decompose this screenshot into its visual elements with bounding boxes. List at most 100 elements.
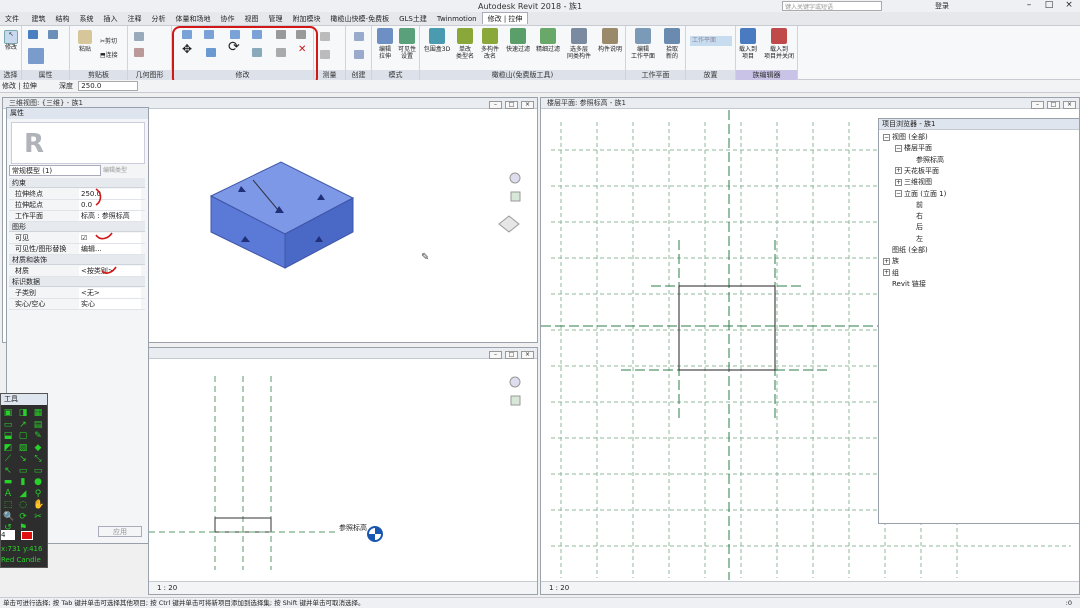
view-scale[interactable]: 1 : 20 bbox=[157, 584, 177, 592]
tab-item[interactable]: 管理 bbox=[264, 13, 288, 24]
family-types-icon[interactable] bbox=[28, 48, 44, 64]
view-elevation[interactable]: – □ × 参照标高 1 : 20 bbox=[148, 347, 538, 595]
palette-tool-icon[interactable]: ⬓ bbox=[3, 431, 13, 441]
palette-tool-icon[interactable]: Ａ bbox=[3, 489, 13, 499]
browser-node[interactable]: 前 bbox=[907, 201, 923, 210]
tab-item[interactable]: 分析 bbox=[147, 13, 171, 24]
view-scale[interactable]: 1 : 20 bbox=[549, 584, 569, 592]
bbox-3d-button[interactable]: 包围盒3D bbox=[422, 28, 452, 53]
properties-icon[interactable] bbox=[28, 30, 38, 39]
tab-item[interactable]: 附加模块 bbox=[288, 13, 326, 24]
close-icon[interactable]: × bbox=[1060, 0, 1078, 12]
component-info-button[interactable]: 构件说明 bbox=[596, 28, 624, 53]
pick-new-button[interactable]: 拾取 新的 bbox=[660, 28, 684, 60]
browser-node[interactable]: 后 bbox=[907, 223, 923, 232]
palette-tool-icon[interactable]: ▭ bbox=[18, 466, 28, 476]
measure-icon[interactable] bbox=[320, 32, 330, 41]
modify-button[interactable]: ↖ 修改 bbox=[2, 30, 20, 51]
maximize-icon[interactable]: □ bbox=[1040, 0, 1058, 12]
palette-tool-icon[interactable]: ◩ bbox=[3, 443, 13, 453]
login-button[interactable]: 登录 bbox=[935, 1, 949, 11]
apply-button[interactable]: 应用 bbox=[98, 526, 142, 537]
rename-type-button[interactable]: 单改 类型名 bbox=[454, 28, 476, 60]
multi-rename-button[interactable]: 多构件 改名 bbox=[478, 28, 502, 60]
palette-tool-icon[interactable]: ⬚ bbox=[3, 500, 13, 510]
palette-tool-icon[interactable]: ⚲ bbox=[33, 489, 43, 499]
nav-wheel-icon[interactable] bbox=[509, 172, 521, 184]
search-input[interactable]: 键入关键字或短语 bbox=[782, 1, 882, 11]
paste-button[interactable]: 粘贴 bbox=[74, 30, 96, 53]
zoom-icon[interactable] bbox=[510, 395, 521, 406]
palette-tool-icon[interactable]: ▬ bbox=[3, 477, 13, 487]
palette-tool-icon[interactable]: ◆ bbox=[33, 443, 43, 453]
load-into-project-button[interactable]: 载入到 项目 bbox=[736, 28, 760, 60]
expand-icon[interactable]: − bbox=[883, 133, 890, 141]
minimize-icon[interactable]: – bbox=[1020, 0, 1038, 12]
browser-node[interactable]: 参照标高 bbox=[907, 156, 944, 165]
browser-node[interactable]: 右 bbox=[907, 212, 923, 221]
browser-node[interactable]: − 立面 (立面 1) bbox=[895, 190, 946, 199]
expand-icon[interactable]: + bbox=[895, 167, 902, 175]
palette-tool-icon[interactable]: 🔍 bbox=[3, 512, 14, 522]
palette-tool-icon[interactable]: ▦ bbox=[33, 408, 43, 418]
depth-input[interactable]: 250.0 bbox=[78, 81, 139, 91]
tab-item[interactable]: Twinmotion bbox=[432, 14, 482, 23]
palette-tool-icon[interactable]: ⤡ bbox=[33, 454, 43, 464]
browser-node[interactable]: − 视图 (全部) bbox=[883, 133, 928, 142]
palette-tool-icon[interactable]: ▧ bbox=[18, 443, 28, 453]
expand-icon[interactable]: + bbox=[883, 269, 890, 277]
palette-tool-icon[interactable]: ◢ bbox=[18, 489, 28, 499]
palette-tool-icon[interactable]: ↘ bbox=[18, 454, 28, 464]
palette-tool-icon[interactable]: ▭ bbox=[33, 466, 43, 476]
palette-tool-icon[interactable]: ✋ bbox=[33, 500, 44, 510]
cut-button[interactable]: ✂剪切 bbox=[100, 38, 128, 45]
cope-icon[interactable] bbox=[134, 32, 144, 41]
edit-type-button[interactable]: 编辑类型 bbox=[103, 165, 147, 176]
visibility-settings-button[interactable]: 可见性 设置 bbox=[396, 28, 418, 60]
palette-tool-icon[interactable]: ↖ bbox=[3, 466, 13, 476]
palette-tool-icon[interactable]: ◌ bbox=[18, 500, 28, 510]
palette-tool-icon[interactable]: ✂ bbox=[33, 512, 43, 522]
join-button[interactable]: ⬒连接 bbox=[100, 52, 128, 59]
nav-wheel-icon[interactable] bbox=[509, 376, 521, 388]
create-similar-icon[interactable] bbox=[354, 32, 364, 41]
browser-node[interactable]: − 楼层平面 bbox=[895, 144, 932, 153]
browser-node[interactable]: 图纸 (全部) bbox=[883, 246, 928, 255]
palette-tool-icon[interactable]: ▤ bbox=[33, 420, 43, 430]
browser-node[interactable]: Revit 链接 bbox=[883, 280, 926, 289]
quick-filter-button[interactable]: 快速过滤 bbox=[504, 28, 532, 53]
property-value[interactable]: <无> bbox=[79, 288, 141, 298]
create-group-icon[interactable] bbox=[354, 50, 364, 59]
workplane-dropdown[interactable]: 工作平面 bbox=[690, 36, 732, 46]
tab-item[interactable]: 注释 bbox=[123, 13, 147, 24]
minimize-icon[interactable]: – bbox=[1031, 101, 1044, 109]
expand-icon[interactable]: − bbox=[895, 144, 902, 152]
palette-tool-icon[interactable]: ● bbox=[33, 477, 43, 487]
close-icon[interactable]: × bbox=[521, 101, 534, 109]
palette-tool-icon[interactable]: ✎ bbox=[33, 431, 43, 441]
browser-node[interactable]: + 族 bbox=[883, 257, 899, 266]
tab-item[interactable]: 协作 bbox=[216, 13, 240, 24]
type-properties-icon[interactable] bbox=[48, 30, 58, 39]
palette-tool-icon[interactable]: ▢ bbox=[18, 431, 28, 441]
minimize-icon[interactable]: – bbox=[489, 101, 502, 109]
palette-tool-icon[interactable]: ▮ bbox=[18, 477, 28, 487]
tab-item[interactable]: 橄榄山快模-免费板 bbox=[326, 13, 395, 24]
extrusion-outline[interactable] bbox=[678, 285, 776, 371]
viewcube-icon[interactable] bbox=[498, 215, 520, 233]
palette-tool-icon[interactable]: ▭ bbox=[3, 420, 13, 430]
tab-item[interactable]: 系统 bbox=[75, 13, 99, 24]
restore-icon[interactable]: □ bbox=[505, 351, 518, 359]
palette-tool-icon[interactable]: ↗ bbox=[18, 420, 28, 430]
color-swatch[interactable] bbox=[21, 531, 33, 540]
minimize-icon[interactable]: – bbox=[489, 351, 502, 359]
edit-extrusion-button[interactable]: 编辑 拉伸 bbox=[374, 28, 396, 60]
tab-item[interactable]: 结构 bbox=[51, 13, 75, 24]
tab-item[interactable]: 建筑 bbox=[27, 13, 51, 24]
browser-node[interactable]: + 组 bbox=[883, 269, 899, 278]
close-icon[interactable]: × bbox=[1063, 101, 1076, 109]
expand-icon[interactable]: + bbox=[895, 178, 902, 186]
palette-tool-icon[interactable]: ⟋ bbox=[3, 454, 13, 464]
fine-filter-button[interactable]: 精细过滤 bbox=[534, 28, 562, 53]
tab-item[interactable]: 体量和场地 bbox=[171, 13, 216, 24]
